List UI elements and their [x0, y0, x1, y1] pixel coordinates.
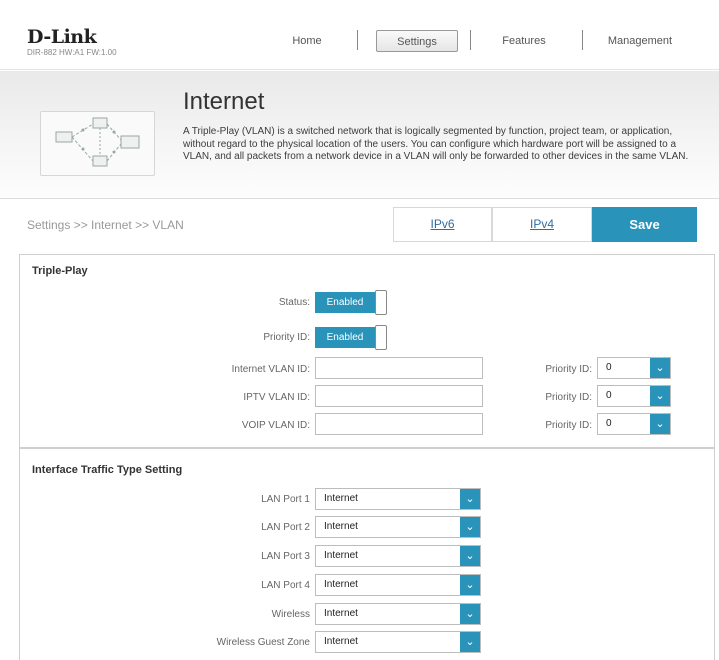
section-title: Triple-Play: [32, 265, 88, 277]
lan-port-2-label: LAN Port 2: [261, 522, 310, 533]
toggle-knob[interactable]: [375, 290, 387, 315]
chevron-down-icon[interactable]: ⌄: [650, 386, 670, 406]
tab-ipv4[interactable]: IPv4: [492, 207, 592, 242]
nav-divider: [357, 30, 358, 50]
nav-divider: [582, 30, 583, 50]
chevron-down-icon[interactable]: ⌄: [460, 489, 480, 509]
page-banner: Internet A Triple-Play (VLAN) is a switc…: [0, 71, 719, 199]
nav-home[interactable]: Home: [283, 30, 331, 52]
select-value: Internet: [324, 608, 358, 619]
top-header: D-Link DIR-882 HW:A1 FW:1.00 Home Settin…: [0, 0, 719, 70]
chevron-down-icon[interactable]: ⌄: [460, 604, 480, 624]
select-value: 0: [606, 362, 612, 373]
dlink-logo: D-Link: [27, 26, 97, 48]
iptv-vlan-input[interactable]: [315, 385, 483, 407]
select-value: Internet: [324, 521, 358, 532]
internet-priority-label: Priority ID:: [545, 364, 592, 375]
priority-id-toggle[interactable]: Enabled: [315, 325, 388, 350]
chevron-down-icon[interactable]: ⌄: [460, 632, 480, 652]
network-diagram-icon: [40, 111, 155, 176]
lan-port-3-label: LAN Port 3: [261, 551, 310, 562]
internet-vlan-label: Internet VLAN ID:: [231, 364, 310, 375]
chevron-down-icon[interactable]: ⌄: [650, 358, 670, 378]
iptv-priority-select[interactable]: 0 ⌄: [597, 385, 671, 407]
lan-port-2-select[interactable]: Internet ⌄: [315, 516, 481, 538]
iptv-vlan-label: IPTV VLAN ID:: [243, 392, 310, 403]
chevron-down-icon[interactable]: ⌄: [650, 414, 670, 434]
toggle-state: Enabled: [315, 327, 375, 348]
chevron-down-icon[interactable]: ⌄: [460, 546, 480, 566]
status-toggle[interactable]: Enabled: [315, 290, 388, 315]
lan-port-4-select[interactable]: Internet ⌄: [315, 574, 481, 596]
nav-features[interactable]: Features: [494, 30, 554, 52]
nav-divider: [470, 30, 471, 50]
internet-priority-select[interactable]: 0 ⌄: [597, 357, 671, 379]
nav-management[interactable]: Management: [600, 30, 680, 52]
page-title: Internet: [183, 88, 265, 115]
wireless-select[interactable]: Internet ⌄: [315, 603, 481, 625]
voip-vlan-label: VOIP VLAN ID:: [241, 420, 310, 431]
save-button[interactable]: Save: [592, 207, 697, 242]
interface-traffic-section: Interface Traffic Type Setting LAN Port …: [19, 448, 715, 660]
breadcrumb: Settings >> Internet >> VLAN: [27, 218, 184, 232]
wireless-guest-zone-label: Wireless Guest Zone: [216, 637, 310, 648]
lan-port-1-label: LAN Port 1: [261, 494, 310, 505]
tab-ipv6[interactable]: IPv6: [393, 207, 492, 242]
section-title: Interface Traffic Type Setting: [32, 464, 183, 476]
internet-vlan-input[interactable]: [315, 357, 483, 379]
chevron-down-icon[interactable]: ⌄: [460, 517, 480, 537]
wireless-label: Wireless: [271, 609, 310, 620]
chevron-down-icon[interactable]: ⌄: [460, 575, 480, 595]
voip-priority-label: Priority ID:: [545, 420, 592, 431]
triple-play-section: Triple-Play Status: Enabled Priority ID:…: [19, 254, 715, 448]
iptv-priority-label: Priority ID:: [545, 392, 592, 403]
wireless-guest-zone-select[interactable]: Internet ⌄: [315, 631, 481, 653]
voip-vlan-input[interactable]: [315, 413, 483, 435]
status-label: Status:: [278, 297, 310, 308]
select-value: 0: [606, 418, 612, 429]
page-description: A Triple-Play (VLAN) is a switched netwo…: [183, 126, 689, 163]
select-value: 0: [606, 390, 612, 401]
select-value: Internet: [324, 579, 358, 590]
priority-id-label: Priority ID:: [263, 332, 310, 343]
select-value: Internet: [324, 493, 358, 504]
lan-port-4-label: LAN Port 4: [261, 580, 310, 591]
select-value: Internet: [324, 550, 358, 561]
nav-settings[interactable]: Settings: [376, 30, 458, 52]
model-info: DIR-882 HW:A1 FW:1.00: [27, 48, 117, 57]
lan-port-1-select[interactable]: Internet ⌄: [315, 488, 481, 510]
toggle-state: Enabled: [315, 292, 375, 313]
toggle-knob[interactable]: [375, 325, 387, 350]
lan-port-3-select[interactable]: Internet ⌄: [315, 545, 481, 567]
voip-priority-select[interactable]: 0 ⌄: [597, 413, 671, 435]
select-value: Internet: [324, 636, 358, 647]
